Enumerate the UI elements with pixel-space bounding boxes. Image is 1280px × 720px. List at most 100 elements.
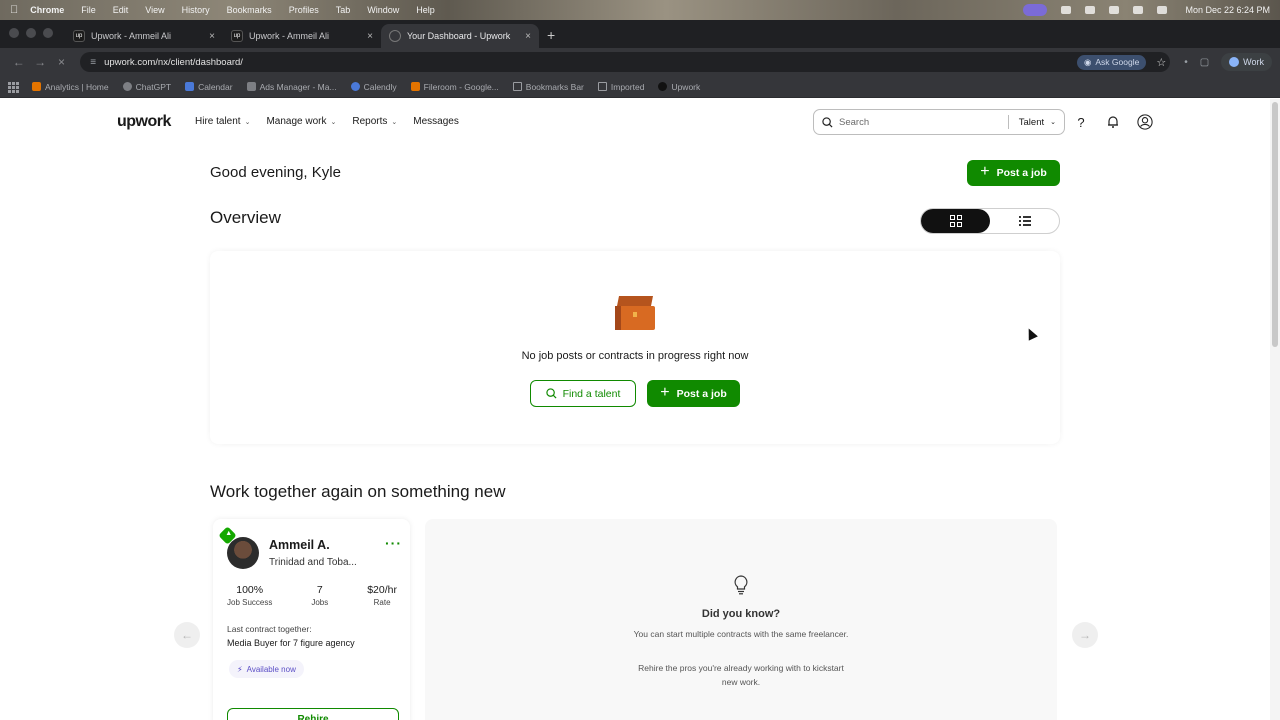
zoom-window-button[interactable]	[43, 28, 53, 38]
ask-google-label: Ask Google	[1095, 57, 1140, 67]
close-window-button[interactable]	[9, 28, 19, 38]
close-tab-icon[interactable]: ×	[525, 31, 531, 42]
tab-title: Upwork - Ammeil Ali	[91, 31, 172, 41]
search-divider	[1007, 115, 1009, 129]
status-icon[interactable]	[1061, 6, 1072, 14]
search-scope-dropdown[interactable]: Talent ⌄	[1019, 117, 1056, 128]
page-scrollbar[interactable]	[1270, 99, 1280, 720]
drive-icon	[410, 82, 420, 91]
menu-window[interactable]: Window	[367, 5, 399, 15]
profile-avatar-icon	[1229, 57, 1240, 67]
new-tab-icon[interactable]: +	[539, 27, 563, 48]
view-toggle	[920, 208, 1060, 234]
browser-tab[interactable]: up Upwork - Ammeil Ali ×	[65, 24, 223, 48]
bookmark-item[interactable]: ChatGPT	[122, 82, 171, 92]
status-icon[interactable]	[1109, 6, 1120, 14]
help-icon[interactable]: ?	[1073, 114, 1089, 130]
last-contract-title: Media Buyer for 7 figure agency	[227, 638, 355, 648]
loading-icon	[389, 30, 401, 42]
button-label: Find a talent	[562, 387, 621, 400]
menu-app-name[interactable]: Chrome	[30, 5, 64, 15]
list-view-button[interactable]	[990, 209, 1059, 233]
search-bar[interactable]: Search Talent ⌄	[813, 109, 1065, 135]
bookmark-folder[interactable]: Imported	[597, 82, 644, 92]
macos-menu-bar:  Chrome File Edit View History Bookmark…	[0, 0, 1280, 20]
bookmark-folder[interactable]: Bookmarks Bar	[512, 82, 584, 92]
bookmark-item[interactable]: Calendly	[350, 82, 397, 92]
close-tab-icon[interactable]: ×	[367, 31, 373, 42]
menu-view[interactable]: View	[145, 5, 164, 15]
status-app-icon[interactable]	[1023, 4, 1048, 16]
search-input[interactable]: Search	[839, 117, 1008, 128]
freelancer-name[interactable]: Ammeil A.	[269, 538, 330, 552]
carousel-prev-arrow-icon[interactable]: ←	[174, 622, 200, 648]
nav-label: Manage work	[266, 116, 327, 127]
url-text[interactable]: upwork.com/nx/client/dashboard/	[104, 57, 1077, 68]
more-options-icon[interactable]: ···	[385, 535, 402, 551]
scrollbar-thumb[interactable]	[1272, 102, 1278, 347]
menu-edit[interactable]: Edit	[113, 5, 129, 15]
status-icon[interactable]	[1085, 6, 1096, 14]
post-job-button[interactable]: + Post a job	[647, 380, 740, 407]
availability-badge: ⚡︎ Available now	[229, 660, 304, 678]
bookmark-label: Upwork	[671, 81, 701, 92]
stat-value: 7	[316, 584, 323, 596]
upwork-logo[interactable]: upwork	[117, 113, 171, 131]
menu-help[interactable]: Help	[416, 5, 435, 15]
address-bar[interactable]: ≡ upwork.com/nx/client/dashboard/ ◉ Ask …	[80, 52, 1171, 72]
menu-tab[interactable]: Tab	[336, 5, 351, 15]
carousel-next-arrow-icon[interactable]: →	[1072, 622, 1098, 648]
account-avatar-icon[interactable]	[1137, 114, 1153, 130]
button-label: Post a job	[676, 387, 727, 400]
menu-history[interactable]: History	[182, 5, 210, 15]
lightning-icon: ⚡︎	[237, 664, 243, 674]
menu-clock[interactable]: Mon Dec 22 6:24 PM	[1185, 5, 1270, 15]
menu-file[interactable]: File	[81, 5, 96, 15]
nav-messages[interactable]: Messages	[413, 116, 459, 127]
upwork-favicon-icon	[658, 82, 668, 91]
minimize-window-button[interactable]	[26, 28, 36, 38]
nav-manage-work[interactable]: Manage work ⌄	[266, 116, 336, 127]
post-job-button[interactable]: + Post a job	[967, 160, 1060, 186]
profile-button[interactable]: Work	[1221, 53, 1273, 71]
bookmark-star-icon[interactable]: ☆	[1156, 56, 1166, 69]
find-talent-button[interactable]: Find a talent	[530, 380, 636, 407]
extension-icon[interactable]: •	[1184, 57, 1188, 68]
nav-label: Messages	[413, 116, 459, 127]
stat-job-success: 100% Job Success	[227, 584, 272, 607]
upwork-favicon-icon: up	[231, 30, 243, 42]
apple-icon[interactable]: 	[10, 4, 18, 16]
bookmark-item[interactable]: Upwork	[658, 82, 700, 92]
back-arrow-icon[interactable]: ←	[8, 55, 29, 69]
notifications-bell-icon[interactable]	[1105, 114, 1121, 130]
bookmark-item[interactable]: Analytics | Home	[32, 82, 109, 92]
nav-hire-talent[interactable]: Hire talent ⌄	[195, 116, 250, 127]
browser-tab[interactable]: up Upwork - Ammeil Ali ×	[223, 24, 381, 48]
menu-bookmarks[interactable]: Bookmarks	[227, 5, 272, 15]
availability-label: Available now	[246, 664, 296, 674]
site-settings-icon[interactable]: ≡	[90, 57, 96, 68]
apps-grid-icon[interactable]	[8, 81, 19, 93]
nav-label: Reports	[352, 116, 388, 127]
close-tab-icon[interactable]: ×	[209, 31, 215, 42]
greeting-heading: Good evening, Kyle	[210, 164, 341, 181]
browser-tab-active[interactable]: Your Dashboard - Upwork ×	[381, 24, 539, 48]
forward-arrow-icon[interactable]: →	[29, 55, 50, 69]
control-center-icon[interactable]	[1157, 6, 1168, 14]
search-icon	[822, 116, 833, 128]
menu-profiles[interactable]: Profiles	[289, 5, 319, 15]
sidepanel-icon[interactable]: ▢	[1200, 57, 1209, 68]
bookmark-item[interactable]: Calendar	[185, 82, 233, 92]
rehire-button[interactable]: Rehire	[227, 708, 399, 720]
nav-reports[interactable]: Reports ⌄	[352, 116, 397, 127]
wifi-icon[interactable]	[1133, 6, 1144, 14]
bookmark-label: Fileroom - Google...	[423, 81, 499, 92]
bookmark-item[interactable]: Ads Manager - Ma...	[246, 82, 337, 92]
calendar-icon	[185, 82, 195, 91]
stop-loading-icon[interactable]: ×	[51, 55, 72, 69]
ask-google-button[interactable]: ◉ Ask Google	[1076, 54, 1147, 70]
did-you-know-title: Did you know?	[701, 608, 781, 620]
grid-view-button[interactable]	[921, 209, 990, 233]
bookmark-item[interactable]: Fileroom - Google...	[410, 81, 499, 92]
avatar[interactable]	[227, 537, 259, 569]
